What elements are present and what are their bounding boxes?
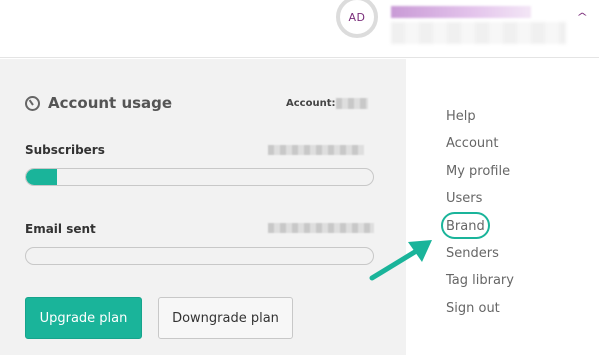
account-id-redacted bbox=[336, 98, 368, 109]
menu-item-account[interactable]: Account bbox=[446, 135, 514, 162]
menu-item-sign-out[interactable]: Sign out bbox=[446, 300, 514, 327]
subscribers-progress-bar bbox=[25, 168, 374, 186]
downgrade-plan-button[interactable]: Downgrade plan bbox=[158, 297, 293, 339]
account-usage-title: Account usage bbox=[48, 94, 173, 112]
subscribers-progress-fill bbox=[26, 169, 58, 185]
subscribers-label: Subscribers bbox=[25, 143, 105, 157]
brand-highlight-circle bbox=[441, 212, 490, 239]
menu-item-tag-library[interactable]: Tag library bbox=[446, 272, 514, 299]
subscribers-count-redacted bbox=[268, 145, 364, 155]
user-email-redacted bbox=[391, 22, 566, 44]
email-sent-count-redacted bbox=[268, 223, 374, 233]
top-bar: AD ^ bbox=[0, 0, 599, 58]
menu-item-senders[interactable]: Senders bbox=[446, 245, 514, 272]
email-sent-progress-bar bbox=[25, 247, 374, 265]
user-avatar[interactable]: AD bbox=[336, 0, 378, 38]
user-name-redacted bbox=[391, 6, 531, 18]
menu-item-my-profile[interactable]: My profile bbox=[446, 163, 514, 190]
pointer-arrow-icon bbox=[369, 240, 432, 281]
email-sent-label: Email sent bbox=[25, 222, 96, 236]
upgrade-plan-button[interactable]: Upgrade plan bbox=[25, 297, 142, 339]
menu-item-help[interactable]: Help bbox=[446, 108, 514, 135]
gauge-icon bbox=[25, 96, 40, 111]
account-label: Account: bbox=[286, 98, 336, 109]
chevron-up-icon[interactable]: ^ bbox=[576, 12, 588, 23]
